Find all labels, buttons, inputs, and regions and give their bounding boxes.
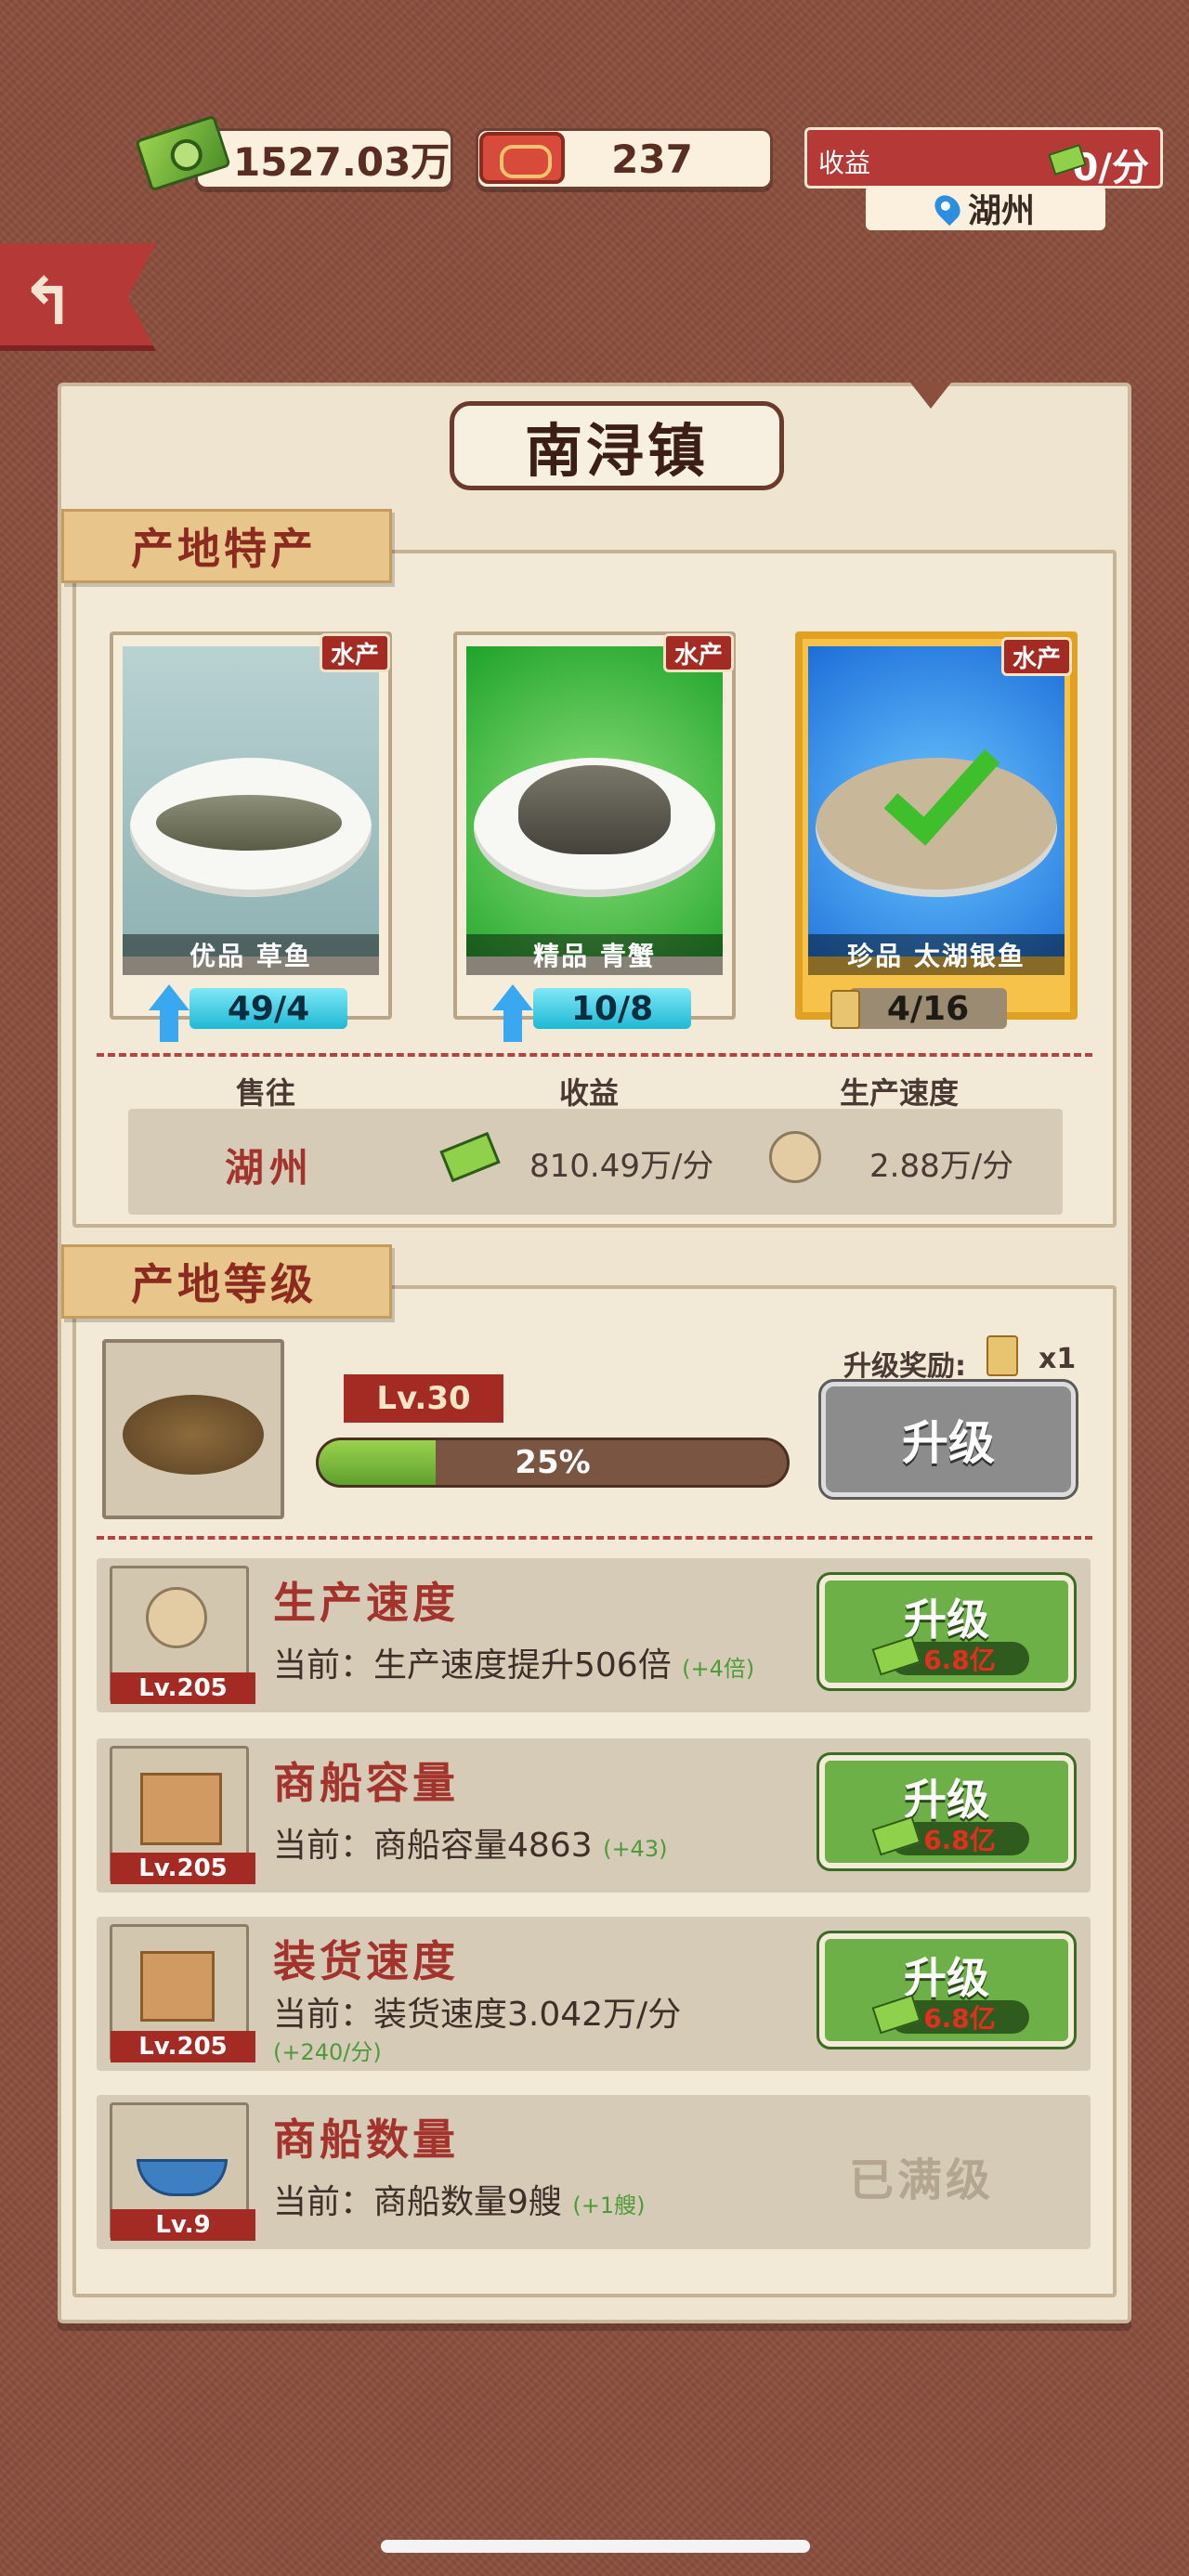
upgrade-capacity-button[interactable]: 升级 6.8亿: [817, 1752, 1077, 1871]
product-name: 珍品 太湖银鱼: [808, 934, 1065, 975]
town-title: 南浔镇: [450, 401, 784, 490]
upgrade-row-loading-speed: Lv.205 装货速度 当前：装货速度3.042万/分 (+240/分) 升级 …: [97, 1917, 1091, 2071]
token-icon: [986, 1335, 1018, 1376]
farm-icon: [123, 1395, 264, 1475]
category-badge: 水产: [320, 633, 390, 672]
upgrade-production-button[interactable]: 升级 6.8亿: [817, 1572, 1077, 1691]
row-increment: (+240/分): [273, 2039, 382, 2065]
row-title: 商船数量: [273, 2114, 459, 2165]
product-image: [123, 646, 379, 956]
speed-stat-value: 2.88万/分: [869, 1148, 1014, 1185]
location-name: 湖州: [967, 192, 1035, 230]
row-current: 当前：商船数量9艘 (+1艘): [273, 2183, 646, 2221]
upgrade-level-button[interactable]: 升级: [818, 1379, 1078, 1500]
back-arrow-icon: ↰: [20, 264, 75, 340]
upgrade-reward: 升级奖励: x1: [843, 1335, 1076, 1384]
income-stat-value: 810.49万/分: [529, 1148, 714, 1185]
income-label: 收益: [818, 148, 871, 178]
level-badge: Lv.30: [344, 1374, 503, 1423]
row-current: 当前：生产速度提升506倍 (+4倍): [273, 1646, 755, 1685]
product-card[interactable]: 水产 珍品 太湖银鱼 4/16: [795, 631, 1078, 1029]
product-card[interactable]: 水产 优品 草鱼 49/4: [110, 631, 392, 1029]
product-image: [466, 646, 723, 956]
divider: [97, 1053, 1092, 1057]
row-current: 当前：商船容量4863 (+43): [273, 1827, 668, 1865]
progress-text: 25%: [515, 1444, 591, 1481]
divider: [97, 1536, 1092, 1540]
category-badge: 水产: [663, 633, 734, 672]
sell-to-label: 售往: [236, 1075, 296, 1111]
product-count: 10/8: [533, 988, 691, 1029]
row-level: Lv.205: [111, 2031, 255, 2062]
level-heading: 产地等级: [61, 1244, 392, 1319]
panel-notch-icon: [910, 383, 951, 409]
row-title: 生产速度: [273, 1578, 459, 1628]
crate-icon: [140, 1773, 222, 1845]
card-token-icon: [830, 990, 860, 1029]
home-indicator[interactable]: [381, 2540, 810, 2553]
location-tag[interactable]: 湖州: [866, 186, 1105, 230]
income-display: 收益 0/分: [804, 127, 1163, 189]
ship-capacity-icon: Lv.205: [110, 1746, 255, 1884]
destination-city: 湖州: [225, 1145, 315, 1190]
money-counter: 1527.03万: [195, 128, 453, 189]
level-progress-bar: 25%: [316, 1438, 790, 1488]
town-name: 南浔镇: [524, 417, 709, 485]
row-level: Lv.205: [111, 1853, 255, 1884]
row-level: Lv.9: [111, 2209, 255, 2241]
speed-stat-label: 生产速度: [840, 1075, 960, 1111]
reward-count: x1: [1039, 1343, 1077, 1375]
category-badge: 水产: [1001, 637, 1072, 676]
product-image: [808, 646, 1065, 956]
upgrade-loading-button[interactable]: 升级 6.8亿: [817, 1931, 1077, 2049]
stats-strip: 湖州 810.49万/分 2.88万/分: [128, 1109, 1063, 1215]
farm-thumbnail: [102, 1339, 284, 1519]
max-level-status: 已满级: [849, 2154, 995, 2206]
upgrade-arrow-icon: [149, 984, 189, 1042]
upgrade-arrow-icon: [492, 984, 533, 1042]
row-title: 商船容量: [273, 1758, 459, 1808]
loading-speed-icon: Lv.205: [110, 1924, 255, 2062]
ticket-icon: [479, 132, 565, 184]
upgrade-row-production-speed: Lv.205 生产速度 当前：生产速度提升506倍 (+4倍) 升级 6.8亿: [97, 1558, 1091, 1712]
production-icon: [769, 1131, 821, 1183]
cash-icon: [439, 1131, 501, 1183]
reward-label: 升级奖励:: [843, 1350, 966, 1383]
box-icon: [140, 1951, 215, 2022]
crab-icon: [518, 765, 671, 854]
product-count: 49/4: [189, 988, 347, 1029]
row-level: Lv.205: [111, 1672, 255, 1704]
product-name: 优品 草鱼: [123, 934, 379, 975]
row-current: 当前：装货速度3.042万/分: [273, 1996, 682, 2034]
product-card[interactable]: 水产 精品 青蟹 10/8: [453, 631, 736, 1029]
ticket-value: 237: [611, 136, 693, 182]
money-value: 1527.03万: [233, 138, 451, 185]
income-stat-label: 收益: [559, 1075, 620, 1111]
fish-icon: [156, 795, 342, 851]
row-title: 装货速度: [273, 1936, 459, 1986]
upgrade-row-ship-count: Lv.9 商船数量 当前：商船数量9艘 (+1艘) 已满级: [97, 2095, 1091, 2249]
ship-icon: [137, 2159, 228, 2196]
production-speed-icon: Lv.205: [110, 1566, 255, 1704]
gear-icon: [146, 1587, 207, 1648]
ship-count-icon: Lv.9: [110, 2102, 255, 2241]
location-pin-icon: [929, 189, 966, 227]
product-name: 精品 青蟹: [466, 934, 723, 975]
product-count: 4/16: [849, 988, 1007, 1029]
upgrade-row-ship-capacity: Lv.205 商船容量 当前：商船容量4863 (+43) 升级 6.8亿: [97, 1738, 1091, 1893]
specialty-heading: 产地特产: [61, 509, 392, 583]
